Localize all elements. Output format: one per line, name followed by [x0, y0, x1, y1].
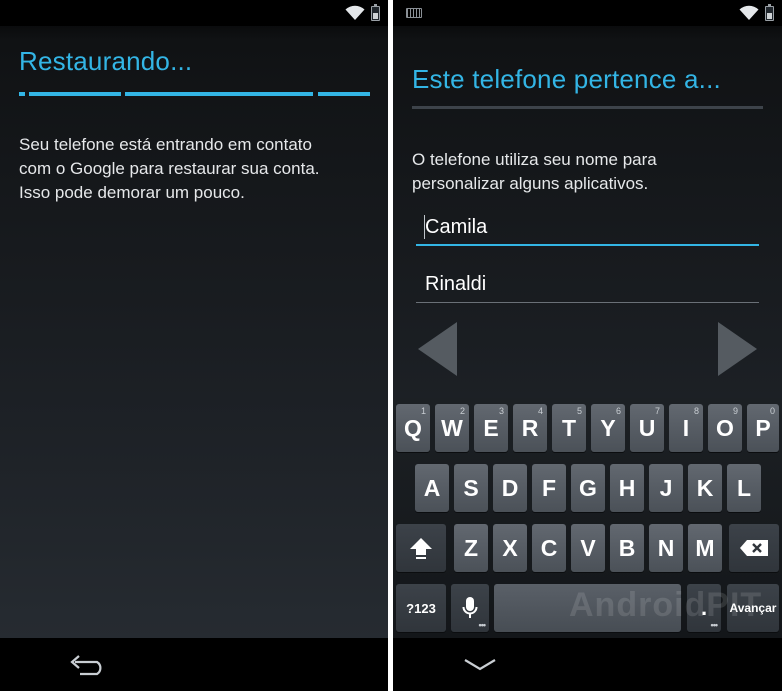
backspace-key[interactable]: [729, 524, 779, 572]
symbols-key[interactable]: ?123: [396, 584, 446, 632]
key-x[interactable]: X: [493, 524, 527, 572]
battery-icon: [371, 3, 380, 21]
name-explanation: O telefone utiliza seu nome para persona…: [412, 150, 657, 193]
keyboard-indicator-icon: [406, 8, 422, 18]
key-m[interactable]: M: [688, 524, 722, 572]
page-title: Este telefone pertence a...: [412, 64, 721, 94]
key-t[interactable]: T5: [552, 404, 586, 452]
progress-bar: [19, 92, 370, 96]
soft-keyboard: Q1 W2 E3 R4 T5 Y6 U7 I8 O9 P0 A S D F G …: [393, 398, 782, 638]
previous-arrow-icon[interactable]: [418, 322, 457, 376]
shift-icon: [410, 538, 432, 559]
key-s[interactable]: S: [454, 464, 488, 512]
key-r[interactable]: R4: [513, 404, 547, 452]
battery-icon: [765, 3, 774, 21]
shift-key[interactable]: [396, 524, 446, 572]
page-title: Restaurando...: [19, 46, 193, 76]
last-name-value: Rinaldi: [425, 273, 487, 295]
first-name-field[interactable]: Camila: [416, 210, 759, 246]
restoring-screen: Restaurando... Seu telefone está entrand…: [0, 0, 388, 691]
backspace-icon: [740, 540, 768, 556]
first-name-value: Camila: [425, 216, 488, 238]
status-bar: [393, 0, 782, 26]
key-h[interactable]: H: [610, 464, 644, 512]
wifi-icon: [345, 5, 365, 21]
screenshot-composite: Restaurando... Seu telefone está entrand…: [0, 0, 782, 691]
key-i[interactable]: I8: [669, 404, 703, 452]
status-bar: [0, 0, 388, 26]
voice-input-key[interactable]: •••: [451, 584, 489, 632]
key-k[interactable]: K: [688, 464, 722, 512]
key-o[interactable]: O9: [708, 404, 742, 452]
owner-name-screen: Este telefone pertence a... O telefone u…: [393, 0, 782, 691]
space-key[interactable]: [494, 584, 681, 632]
next-arrow-icon[interactable]: [718, 322, 757, 376]
key-y[interactable]: Y6: [591, 404, 625, 452]
wifi-icon: [739, 5, 759, 21]
key-u[interactable]: U7: [630, 404, 664, 452]
key-w[interactable]: W2: [435, 404, 469, 452]
key-f[interactable]: F: [532, 464, 566, 512]
microphone-icon: [462, 597, 478, 618]
key-g[interactable]: G: [571, 464, 605, 512]
progress-segment: [19, 92, 25, 96]
key-v[interactable]: V: [571, 524, 605, 572]
progress-segment: [29, 92, 121, 96]
restore-message: Seu telefone está entrando em contato co…: [19, 135, 320, 202]
key-z[interactable]: Z: [454, 524, 488, 572]
key-d[interactable]: D: [493, 464, 527, 512]
key-l[interactable]: L: [727, 464, 761, 512]
navigation-bar: [393, 638, 782, 691]
hide-keyboard-icon[interactable]: [463, 656, 497, 674]
progress-segment: [318, 92, 370, 96]
period-key[interactable]: . •••: [687, 584, 721, 632]
key-j[interactable]: J: [649, 464, 683, 512]
back-icon[interactable]: [66, 652, 106, 678]
navigation-bar: [0, 638, 388, 691]
key-n[interactable]: N: [649, 524, 683, 572]
next-action-key[interactable]: Avançar: [727, 584, 779, 632]
key-q[interactable]: Q1: [396, 404, 430, 452]
key-b[interactable]: B: [610, 524, 644, 572]
progress-segment: [125, 92, 313, 96]
key-a[interactable]: A: [415, 464, 449, 512]
key-e[interactable]: E3: [474, 404, 508, 452]
key-c[interactable]: C: [532, 524, 566, 572]
key-p[interactable]: P0: [747, 404, 779, 452]
last-name-field[interactable]: Rinaldi: [416, 267, 759, 303]
title-divider: [412, 106, 763, 109]
